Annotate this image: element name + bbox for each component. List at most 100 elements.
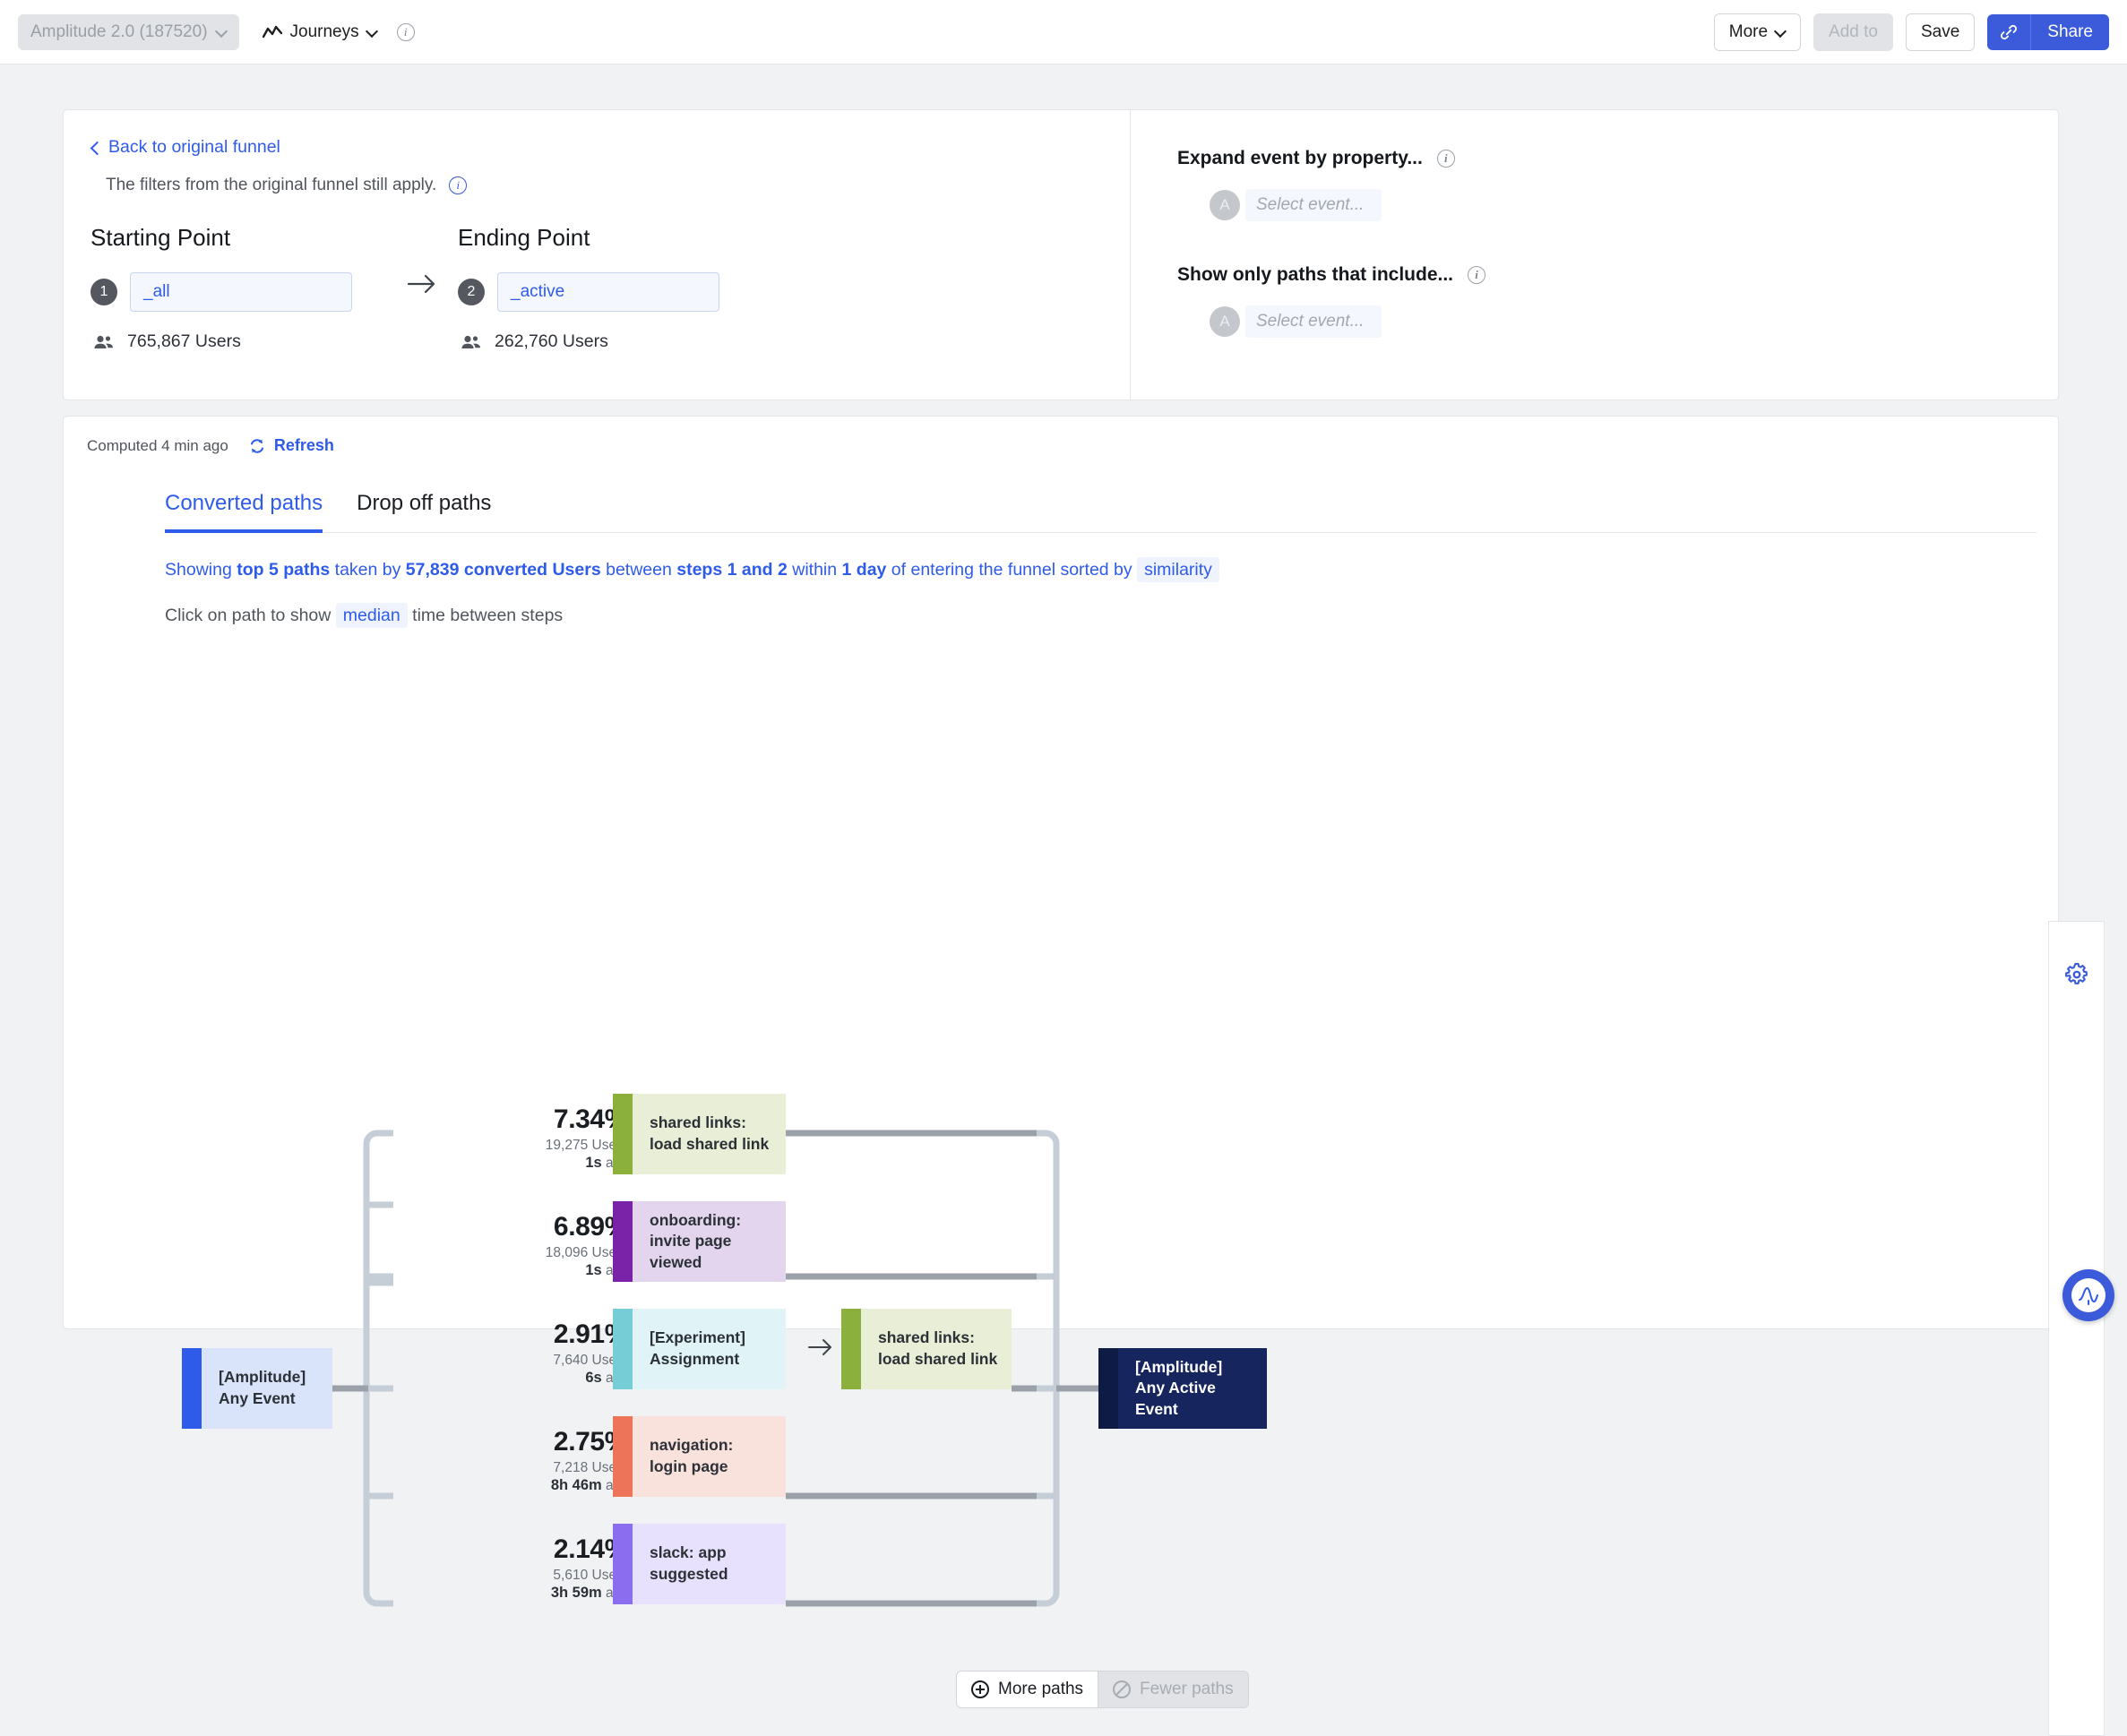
refresh-button[interactable]: Refresh xyxy=(248,436,334,455)
path-percent: 2.14% xyxy=(458,1534,628,1565)
line-chart-icon xyxy=(263,25,282,39)
path-percent: 7.34% xyxy=(458,1104,628,1135)
paths-tabs: Converted paths Drop off paths xyxy=(165,491,2058,533)
save-button[interactable]: Save xyxy=(1906,13,1975,51)
expand-event-input[interactable]: Select event... xyxy=(1245,189,1382,221)
info-icon[interactable]: i xyxy=(1468,266,1485,284)
event-avatar: A xyxy=(1210,306,1240,337)
info-icon[interactable]: i xyxy=(1437,150,1455,168)
path-stat-5: 2.14% 5,610 Users 3h 59m avg xyxy=(458,1534,628,1602)
starting-point-input-row: 1 _all xyxy=(90,272,386,312)
back-to-original-funnel-link[interactable]: Back to original funnel xyxy=(90,137,280,158)
path-avg-value: 3h 59m xyxy=(551,1585,602,1601)
path-node-label: onboarding: invite page viewed xyxy=(633,1210,786,1274)
step-badge-2: 2 xyxy=(458,279,485,305)
fewer-paths-button: Fewer paths xyxy=(1098,1671,1249,1708)
project-selector[interactable]: Amplitude 2.0 (187520) xyxy=(18,14,239,50)
points-row: Starting Point 1 _all 765,867 Users xyxy=(90,224,1130,352)
path-node-3-2[interactable]: shared links: load shared link xyxy=(841,1309,1012,1389)
show-only-paths-label: Show only paths that include... i xyxy=(1177,264,2058,286)
more-button[interactable]: More xyxy=(1714,13,1801,51)
path-node-bar xyxy=(613,1524,633,1604)
path-users: 7,640 Users xyxy=(458,1353,628,1369)
step-badge-1: 1 xyxy=(90,279,117,305)
info-icon[interactable]: i xyxy=(449,176,467,194)
path-stat-1: 7.34% 19,275 Users 1s avg xyxy=(458,1104,628,1172)
path-node-label: shared links: load shared link xyxy=(861,1328,1012,1370)
chart-type-selector[interactable]: Journeys xyxy=(263,22,377,42)
chevron-left-icon xyxy=(90,143,99,152)
path-node-bar xyxy=(613,1309,633,1389)
path-percent: 2.75% xyxy=(458,1427,628,1457)
showing-within: within xyxy=(788,560,842,580)
share-button[interactable]: Share xyxy=(2031,14,2109,50)
path-avg: 3h 59m avg xyxy=(458,1585,628,1602)
spacer xyxy=(1177,221,2058,264)
click-hint-prefix: Click on path to show xyxy=(165,606,336,625)
show-only-label-text: Show only paths that include... xyxy=(1177,264,1453,286)
computed-timestamp: Computed 4 min ago xyxy=(87,437,228,455)
showing-window: 1 day xyxy=(842,560,887,580)
starting-point-input[interactable]: _all xyxy=(130,272,352,312)
start-node[interactable]: [Amplitude] Any Event xyxy=(182,1348,332,1429)
ending-point-users: 262,760 Users xyxy=(495,331,608,352)
ending-point-input[interactable]: _active xyxy=(497,272,719,312)
starting-point-group: Starting Point 1 _all 765,867 Users xyxy=(90,224,386,352)
amplitude-logo xyxy=(2071,1278,2105,1312)
config-right-pane: Expand event by property... i A Select e… xyxy=(1130,110,2058,400)
ending-point-users-row: 262,760 Users xyxy=(461,331,753,352)
copy-link-button[interactable] xyxy=(1987,14,2031,50)
more-paths-button[interactable]: More paths xyxy=(956,1671,1098,1708)
show-only-paths-input[interactable]: Select event... xyxy=(1245,305,1382,338)
amplitude-help-fab[interactable] xyxy=(2062,1269,2114,1321)
path-node-bar xyxy=(613,1416,633,1497)
showing-steps: steps 1 and 2 xyxy=(676,560,788,580)
path-node-2-1[interactable]: onboarding: invite page viewed xyxy=(613,1201,786,1282)
refresh-icon xyxy=(248,437,266,455)
starting-point-heading: Starting Point xyxy=(90,224,386,252)
path-node-1-1[interactable]: shared links: load shared link xyxy=(613,1094,786,1174)
more-label: More xyxy=(1729,22,1768,42)
refresh-label: Refresh xyxy=(274,436,334,455)
tab-converted-paths[interactable]: Converted paths xyxy=(165,491,323,533)
sort-selector[interactable]: similarity xyxy=(1137,557,1219,582)
filters-note-text: The filters from the original funnel sti… xyxy=(106,176,436,195)
users-icon xyxy=(461,334,482,350)
end-node[interactable]: [Amplitude] Any Active Event xyxy=(1098,1348,1267,1429)
chart-type-label: Journeys xyxy=(290,22,359,42)
info-icon[interactable]: i xyxy=(397,23,415,41)
expand-event-selector[interactable]: A Select event... xyxy=(1210,189,2058,221)
top-bar-left: Amplitude 2.0 (187520) Journeys i xyxy=(0,14,415,50)
path-node-4-1[interactable]: navigation: login page xyxy=(613,1416,786,1497)
gear-icon[interactable] xyxy=(2064,962,2089,987)
end-node-label: [Amplitude] Any Active Event xyxy=(1118,1357,1267,1421)
path-node-3-1[interactable]: [Experiment] Assignment xyxy=(613,1309,786,1389)
flow-arrow xyxy=(386,273,458,295)
click-hint-line: Click on path to show median time betwee… xyxy=(165,606,2058,626)
event-avatar: A xyxy=(1210,190,1240,220)
arrow-right-icon xyxy=(807,1337,834,1357)
fewer-paths-label: Fewer paths xyxy=(1140,1680,1234,1699)
expand-event-by-property-label: Expand event by property... i xyxy=(1177,148,2058,169)
ending-point-input-row: 2 _active xyxy=(458,272,753,312)
show-only-paths-selector[interactable]: A Select event... xyxy=(1210,305,2058,338)
chevron-down-icon xyxy=(367,27,377,37)
more-paths-label: More paths xyxy=(998,1680,1083,1699)
users-icon xyxy=(93,334,115,350)
starting-point-users: 765,867 Users xyxy=(127,331,241,352)
add-to-button: Add to xyxy=(1813,13,1893,51)
start-node-bar xyxy=(182,1348,202,1429)
connector-lines xyxy=(64,1079,2060,1671)
metric-selector[interactable]: median xyxy=(336,603,408,628)
path-avg-value: 1s xyxy=(585,1262,601,1278)
chart-settings-panel xyxy=(2048,921,2105,1736)
path-avg-value: 6s xyxy=(585,1370,601,1386)
add-to-label: Add to xyxy=(1829,22,1878,42)
tab-drop-off-paths[interactable]: Drop off paths xyxy=(357,491,491,533)
path-node-5-1[interactable]: slack: app suggested xyxy=(613,1524,786,1604)
filters-note: The filters from the original funnel sti… xyxy=(106,176,1130,195)
chevron-down-icon xyxy=(217,27,227,37)
start-node-label: [Amplitude] Any Event xyxy=(202,1367,332,1409)
path-node-bar xyxy=(613,1201,633,1282)
config-left-pane: Back to original funnel The filters from… xyxy=(64,110,1130,400)
